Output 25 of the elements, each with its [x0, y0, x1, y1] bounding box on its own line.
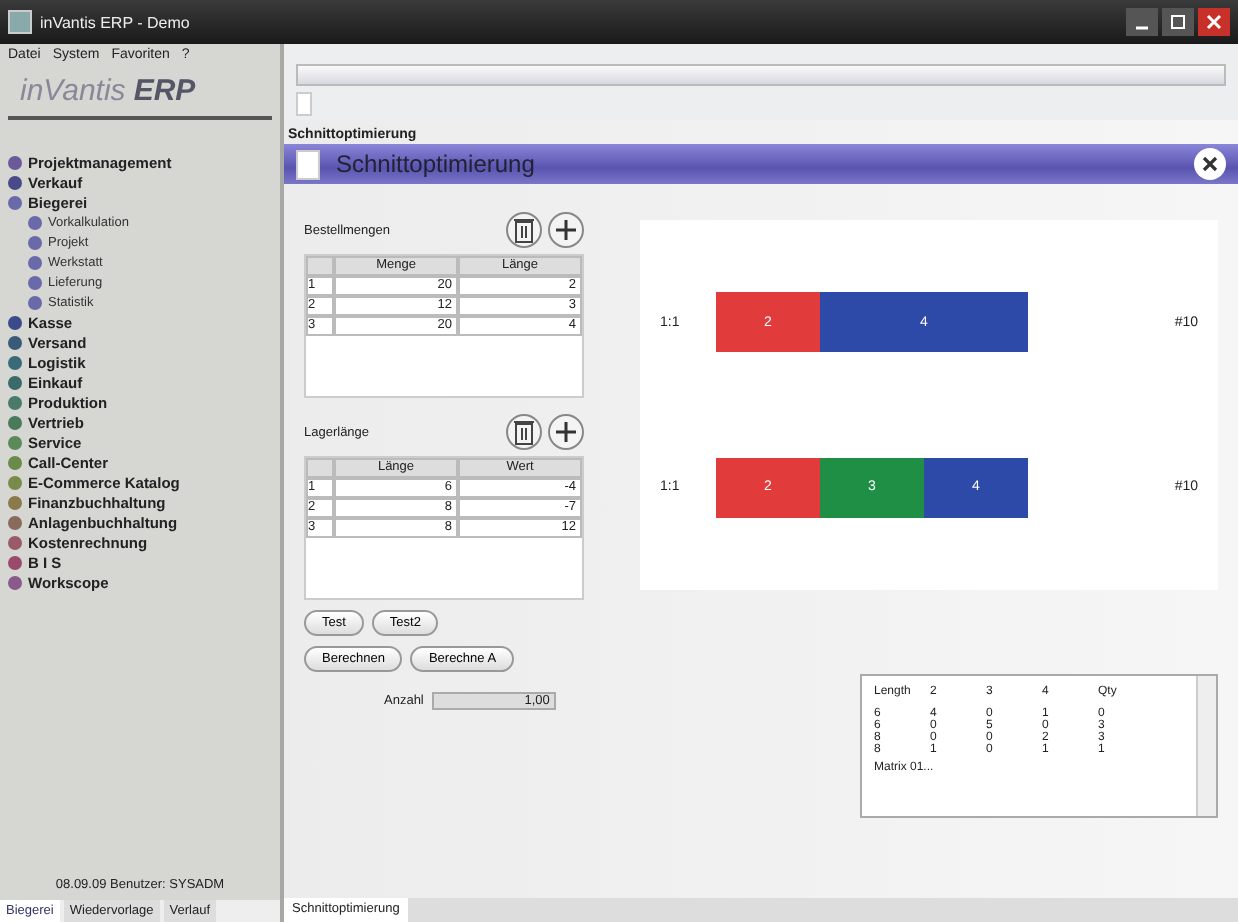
close-button[interactable] — [1198, 8, 1230, 36]
panel-title: Schnittoptimierung — [336, 150, 537, 178]
input-field[interactable] — [296, 92, 312, 116]
logo: inVantis ERP — [18, 72, 198, 112]
minimize-button[interactable] — [1126, 8, 1158, 36]
maximize-button[interactable] — [1162, 8, 1194, 36]
maximize-icon — [1170, 14, 1186, 30]
trash-button[interactable] — [506, 212, 542, 248]
add-button[interactable] — [548, 414, 584, 450]
trash-icon — [512, 418, 536, 446]
corner-cell — [306, 256, 334, 276]
plus-icon — [556, 220, 576, 240]
scrollbar[interactable] — [1196, 676, 1216, 816]
close-icon — [1206, 14, 1222, 30]
close-button[interactable] — [1194, 148, 1226, 180]
window-title: inVantis ERP - Demo — [40, 13, 192, 31]
app-icon — [8, 10, 32, 34]
document-icon — [296, 149, 320, 179]
trash-icon — [512, 216, 536, 244]
close-icon — [1202, 156, 1218, 172]
add-button[interactable] — [548, 212, 584, 248]
corner-cell — [306, 458, 334, 478]
scrollbar[interactable] — [296, 64, 1226, 86]
trash-button[interactable] — [506, 414, 542, 450]
plus-icon — [556, 422, 576, 442]
